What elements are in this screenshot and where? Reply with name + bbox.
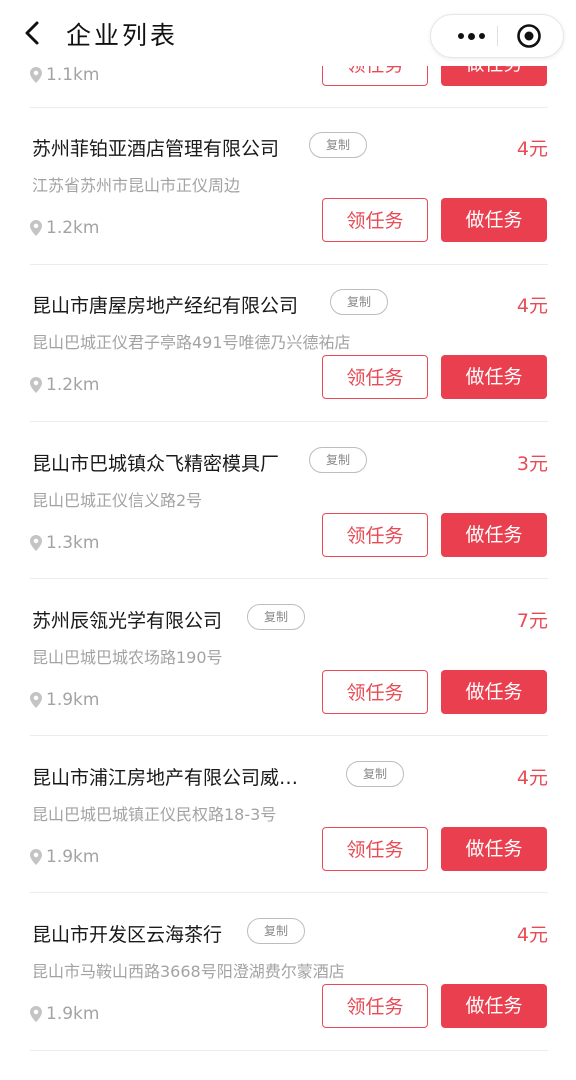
distance-label: 1.9km [30,847,99,867]
capsule-divider [497,26,498,46]
distance-label: 1.1km [30,65,99,85]
location-pin-icon [30,377,42,393]
reward-price: 7元 [516,610,548,632]
location-pin-icon [30,535,42,551]
reward-price: 4元 [516,767,548,789]
company-address: 昆山市马鞍山西路3668号阳澄湖费尔蒙酒店 [32,962,345,981]
distance-label: 1.2km [30,218,99,238]
do-task-button[interactable]: 做任务 [441,513,547,557]
distance-text: 1.2km [46,375,100,395]
copy-button[interactable]: 复制 [247,604,306,630]
claim-task-button[interactable]: 领任务 [322,198,428,242]
list-item: 昆山市巴城镇众飞精密模具厂 复制 3元 昆山巴城正仪信义路2号 1.3km 领任… [0,447,576,606]
copy-button[interactable]: 复制 [330,289,389,315]
distance-text: 1.1km [46,65,100,85]
company-address: 昆山巴城巴城农场路190号 [32,648,223,667]
do-task-button[interactable]: 做任务 [441,827,547,871]
do-task-button[interactable]: 做任务 [441,984,547,1028]
divider [30,107,548,108]
company-address: 昆山巴城巴城镇正仪民权路18-3号 [32,805,277,824]
do-task-button[interactable]: 做任务 [441,198,547,242]
company-name: 苏州菲铂亚酒店管理有限公司 [32,138,280,160]
target-circle-icon[interactable] [516,23,542,49]
list-item: 昆山市浦江房地产有限公司威… 复制 4元 昆山巴城巴城镇正仪民权路18-3号 1… [0,761,576,920]
distance-label: 1.3km [30,533,99,553]
company-name: 昆山市巴城镇众飞精密模具厂 [32,453,280,475]
copy-button[interactable]: 复制 [309,447,368,473]
copy-button[interactable]: 复制 [309,132,368,158]
company-address: 昆山巴城正仪君子亭路491号唯德乃兴德祐店 [32,333,351,352]
reward-price: 4元 [516,138,548,160]
reward-price: 4元 [516,295,548,317]
mini-program-capsule [430,14,564,58]
claim-task-button[interactable]: 领任务 [322,827,428,871]
divider [30,1050,548,1051]
claim-task-button[interactable]: 领任务 [322,355,428,399]
location-pin-icon [30,849,42,865]
distance-label: 1.9km [30,690,99,710]
divider [30,578,548,579]
list-item: 昆山市唐屋房地产经纪有限公司 复制 4元 昆山巴城正仪君子亭路491号唯德乃兴德… [0,289,576,448]
company-address: 昆山巴城正仪信义路2号 [32,491,203,510]
company-name: 昆山市唐屋房地产经纪有限公司 [32,295,299,317]
reward-price: 4元 [516,924,548,946]
list-item: 苏州菲铂亚酒店管理有限公司 复制 4元 江苏省苏州市昆山市正仪周边 1.2km … [0,132,576,291]
distance-text: 1.3km [46,533,100,553]
divider [30,892,548,893]
do-task-button[interactable]: 做任务 [441,355,547,399]
divider [30,735,548,736]
copy-button[interactable]: 复制 [247,918,306,944]
list-item: 苏州辰瓴光学有限公司 复制 7元 昆山巴城巴城农场路190号 1.9km 领任务… [0,604,576,763]
list-item: 昆山市开发区云海茶行 复制 4元 昆山市马鞍山西路3668号阳澄湖费尔蒙酒店 1… [0,918,576,1077]
copy-button[interactable]: 复制 [346,761,405,787]
chevron-left-icon[interactable] [18,18,48,48]
claim-task-button[interactable]: 领任务 [322,670,428,714]
nav-bar: 企业列表 [0,0,576,66]
company-address: 江苏省苏州市昆山市正仪周边 [32,176,241,195]
company-name: 昆山市开发区云海茶行 [32,924,223,946]
distance-text: 1.9km [46,1004,100,1024]
distance-label: 1.2km [30,375,99,395]
reward-price: 3元 [516,453,548,475]
divider [30,421,548,422]
location-pin-icon [30,692,42,708]
company-name: 苏州辰瓴光学有限公司 [32,610,223,632]
more-dots-icon[interactable] [443,15,499,57]
do-task-button[interactable]: 做任务 [441,670,547,714]
claim-task-button[interactable]: 领任务 [322,984,428,1028]
location-pin-icon [30,220,42,236]
distance-text: 1.9km [46,847,100,867]
page-title: 企业列表 [66,21,179,50]
distance-text: 1.2km [46,218,100,238]
divider [30,264,548,265]
company-name: 昆山市浦江房地产有限公司威… [32,767,299,789]
claim-task-button[interactable]: 领任务 [322,513,428,557]
location-pin-icon [30,67,42,83]
distance-label: 1.9km [30,1004,99,1024]
location-pin-icon [30,1006,42,1022]
distance-text: 1.9km [46,690,100,710]
